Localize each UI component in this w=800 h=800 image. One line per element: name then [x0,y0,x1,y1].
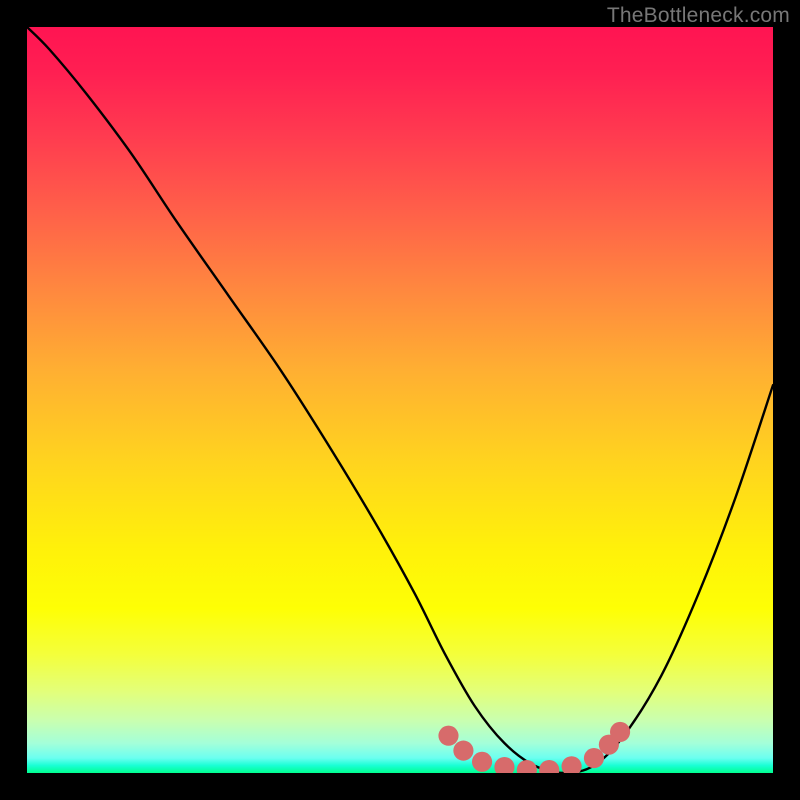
optimal-marker [562,756,582,773]
optimal-marker [472,752,492,772]
optimal-marker [539,760,559,773]
optimal-marker [584,748,604,768]
optimal-zone-markers [438,722,630,773]
optimal-marker [438,726,458,746]
optimal-marker [610,722,630,742]
chart-svg [27,27,773,773]
watermark-text: TheBottleneck.com [607,4,790,28]
plot-area [27,27,773,773]
optimal-marker [494,757,514,773]
chart-frame: TheBottleneck.com [0,0,800,800]
optimal-marker [517,760,537,773]
optimal-marker [453,741,473,761]
bottleneck-curve [27,27,773,773]
